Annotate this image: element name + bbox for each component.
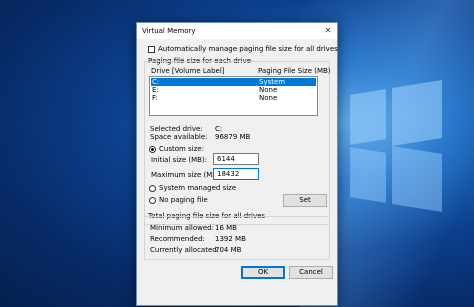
drive-row[interactable]: C: System managed xyxy=(151,78,316,94)
maximum-size-input[interactable]: 18432 xyxy=(213,168,259,180)
ok-button[interactable]: OK xyxy=(241,266,285,279)
minimum-allowed-value: 16 MB xyxy=(215,224,237,232)
drive-row[interactable]: F: None xyxy=(151,94,316,102)
auto-manage-checkbox[interactable] xyxy=(148,46,155,53)
recommended-value: 1392 MB xyxy=(215,235,246,243)
virtual-memory-dialog: Virtual Memory ✕ Automatically manage pa… xyxy=(136,22,338,306)
column-header-size: Paging File Size (MB) xyxy=(258,67,331,75)
maximum-size-label: Maximum size (MB): xyxy=(151,171,223,179)
cancel-button[interactable]: Cancel xyxy=(289,266,333,279)
windows-logo-pane xyxy=(392,146,442,212)
system-managed-label[interactable]: System managed size xyxy=(159,184,236,192)
column-header-drive: Drive [Volume Label] xyxy=(151,67,225,75)
window-title: Virtual Memory xyxy=(142,27,196,35)
drive-paging-size: None xyxy=(259,94,278,102)
windows-logo-pane xyxy=(392,80,442,146)
no-paging-file-label[interactable]: No paging file xyxy=(159,196,208,204)
auto-manage-label[interactable]: Automatically manage paging file size fo… xyxy=(158,45,338,53)
selected-drive-value: C: xyxy=(215,125,223,133)
drive-letter: F: xyxy=(152,94,158,102)
no-paging-file-radio[interactable] xyxy=(149,197,156,204)
drive-list[interactable]: C: System managed E: None F: None xyxy=(149,76,318,116)
currently-allocated-value: 704 MB xyxy=(215,246,242,254)
system-managed-radio[interactable] xyxy=(149,185,156,192)
set-button[interactable]: Set xyxy=(283,194,327,207)
windows-logo-pane xyxy=(350,89,386,145)
drive-letter: C: xyxy=(152,78,160,86)
close-icon[interactable]: ✕ xyxy=(319,24,337,38)
initial-size-input[interactable]: 6144 xyxy=(213,153,259,165)
space-available-value: 96879 MB xyxy=(215,133,251,141)
drive-row[interactable]: E: None xyxy=(151,86,316,94)
selected-drive-label: Selected drive: xyxy=(150,125,203,133)
windows-logo-pane xyxy=(350,147,386,203)
custom-size-radio[interactable] xyxy=(149,146,156,153)
currently-allocated-label: Currently allocated: xyxy=(150,246,220,254)
drive-letter: E: xyxy=(152,86,159,94)
recommended-label: Recommended: xyxy=(150,235,205,243)
initial-size-label: Initial size (MB): xyxy=(151,156,208,164)
title-bar[interactable]: Virtual Memory ✕ xyxy=(137,23,337,39)
custom-size-label[interactable]: Custom size: xyxy=(159,145,204,153)
drive-paging-size: None xyxy=(259,86,278,94)
minimum-allowed-label: Minimum allowed: xyxy=(150,224,214,232)
space-available-label: Space available: xyxy=(150,133,208,141)
